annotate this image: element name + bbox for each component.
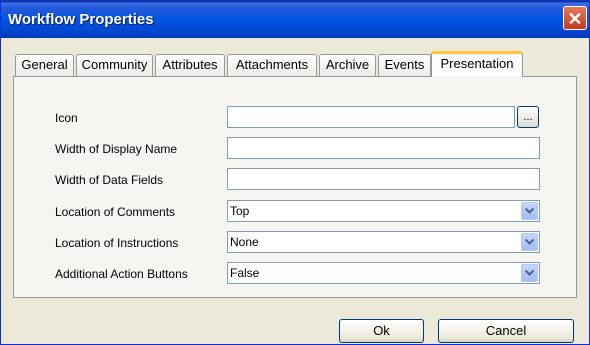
tab-archive[interactable]: Archive [319,54,376,76]
tab-attributes[interactable]: Attributes [155,54,225,76]
instructions-location-select[interactable]: None [227,231,540,253]
ok-button[interactable]: Ok [339,319,424,343]
comments-location-value: Top [230,204,250,218]
dropdown-arrow-icon[interactable] [521,233,538,251]
icon-label: Icon [55,111,78,125]
tab-community[interactable]: Community [76,54,153,76]
display-name-width-label: Width of Display Name [55,142,178,156]
data-fields-width-field[interactable] [227,168,540,190]
browse-icon-button[interactable]: ... [517,106,539,128]
action-buttons-label: Additional Action Buttons [55,267,188,281]
tab-attachments[interactable]: Attachments [227,54,317,76]
comments-location-label: Location of Comments [55,205,176,219]
icon-field[interactable] [227,106,515,128]
comments-location-select[interactable]: Top [227,200,540,222]
close-button[interactable]: ✕ [563,6,587,30]
tab-presentation[interactable]: Presentation [431,51,523,77]
data-fields-width-label: Width of Data Fields [55,173,164,187]
dropdown-arrow-icon[interactable] [521,264,538,282]
tab-events[interactable]: Events [378,54,431,76]
instructions-location-value: None [230,235,259,249]
display-name-width-field[interactable] [227,137,540,159]
instructions-location-label: Location of Instructions [55,236,179,250]
action-buttons-value: False [230,266,260,280]
dropdown-arrow-icon[interactable] [521,202,538,220]
tab-general[interactable]: General [15,54,74,76]
action-buttons-select[interactable]: False [227,262,540,284]
title-bar[interactable]: Workflow Properties ✕ [1,1,589,38]
cancel-button[interactable]: Cancel [438,319,574,343]
close-icon: ✕ [567,9,583,29]
properties-dialog: Workflow Properties ✕ General Community … [0,0,590,345]
dialog-title: Workflow Properties [8,11,154,28]
